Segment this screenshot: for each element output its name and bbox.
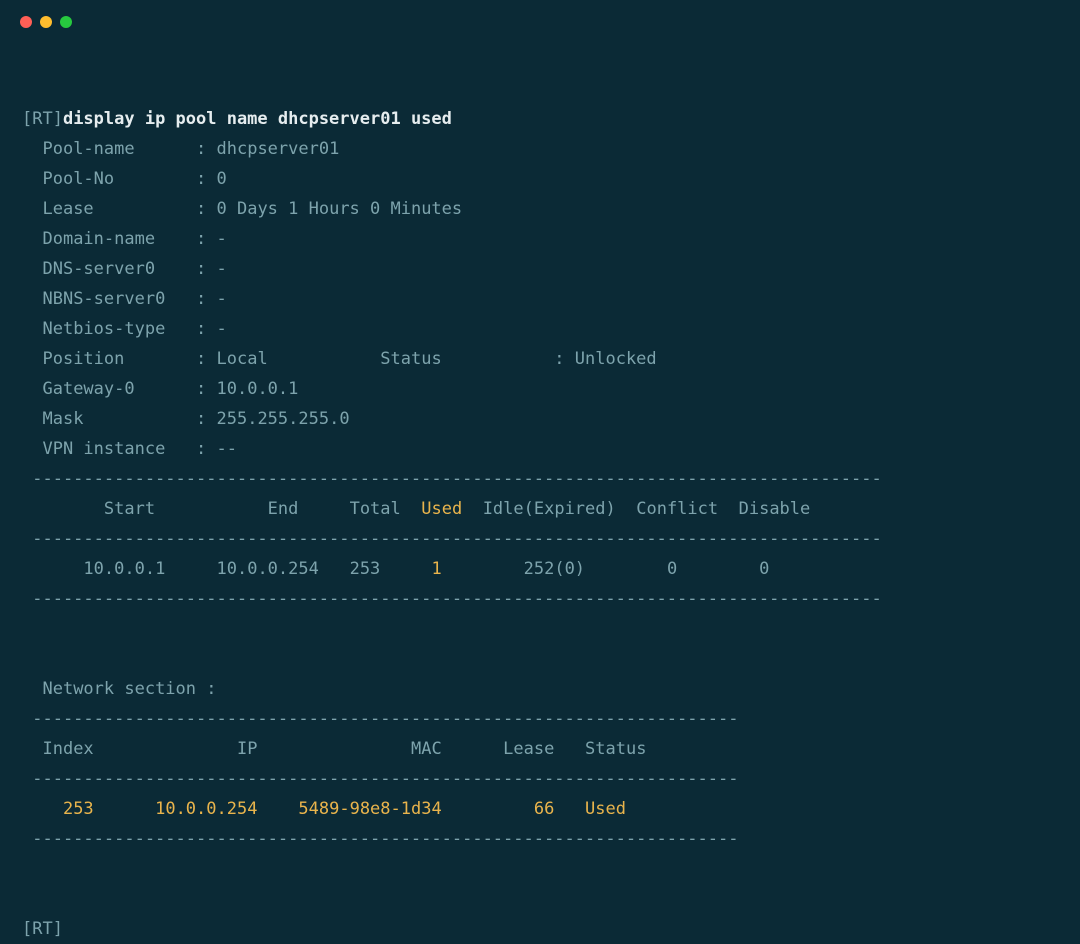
net-row-mac: 5489-98e8-1d34 xyxy=(298,799,441,819)
field-mask-label: Mask xyxy=(42,409,83,429)
field-position: Local xyxy=(217,349,268,369)
divider: ----------------------------------------… xyxy=(22,709,738,729)
field-vpn-instance: -- xyxy=(217,439,237,459)
field-gateway0-label: Gateway-0 xyxy=(42,379,134,399)
divider: ----------------------------------------… xyxy=(22,829,738,849)
field-dns-server0-label: DNS-server0 xyxy=(42,259,155,279)
close-icon[interactable] xyxy=(20,16,32,28)
divider: ----------------------------------------… xyxy=(22,469,882,489)
pool-row-idle-expired: 252(0) xyxy=(524,559,585,579)
pool-row-start: 10.0.0.1 xyxy=(83,559,165,579)
minimize-icon[interactable] xyxy=(40,16,52,28)
field-nbns-server0: - xyxy=(217,289,227,309)
field-lease-label: Lease xyxy=(42,199,93,219)
divider: ----------------------------------------… xyxy=(22,589,882,609)
command-line: display ip pool name dhcpserver01 used xyxy=(63,109,452,129)
net-hdr-lease: Lease xyxy=(503,739,554,759)
terminal-output[interactable]: [RT]display ip pool name dhcpserver01 us… xyxy=(0,44,1080,944)
pool-row-total: 253 xyxy=(350,559,381,579)
pool-hdr-disable: Disable xyxy=(739,499,811,519)
prompt-end: [RT] xyxy=(22,919,63,939)
field-gateway0: 10.0.0.1 xyxy=(217,379,299,399)
field-domain-name-label: Domain-name xyxy=(42,229,155,249)
field-position-label: Position xyxy=(42,349,124,369)
window-titlebar xyxy=(0,0,1080,44)
pool-hdr-idle-expired: Idle(Expired) xyxy=(483,499,616,519)
pool-hdr-conflict: Conflict xyxy=(636,499,718,519)
field-mask: 255.255.255.0 xyxy=(217,409,350,429)
pool-hdr-end: End xyxy=(268,499,299,519)
field-vpn-instance-label: VPN instance xyxy=(42,439,165,459)
pool-hdr-used: Used xyxy=(421,499,462,519)
field-pool-no: 0 xyxy=(217,169,227,189)
network-section-label: Network section : xyxy=(42,679,216,699)
pool-row-used: 1 xyxy=(431,559,441,579)
divider: ----------------------------------------… xyxy=(22,769,738,789)
field-status: Unlocked xyxy=(575,349,657,369)
field-nbns-server0-label: NBNS-server0 xyxy=(42,289,165,309)
field-pool-name: dhcpserver01 xyxy=(217,139,340,159)
pool-row-end: 10.0.0.254 xyxy=(217,559,319,579)
field-pool-name-label: Pool-name xyxy=(42,139,134,159)
net-row-lease: 66 xyxy=(534,799,554,819)
net-hdr-mac: MAC xyxy=(411,739,442,759)
pool-row-conflict: 0 xyxy=(667,559,677,579)
pool-row-disable: 0 xyxy=(759,559,769,579)
net-row-ip: 10.0.0.254 xyxy=(155,799,257,819)
field-pool-no-label: Pool-No xyxy=(42,169,114,189)
field-domain-name: - xyxy=(217,229,227,249)
net-row-index: 253 xyxy=(63,799,94,819)
divider: ----------------------------------------… xyxy=(22,529,882,549)
pool-hdr-start: Start xyxy=(104,499,155,519)
field-lease: 0 Days 1 Hours 0 Minutes xyxy=(217,199,463,219)
field-netbios-type: - xyxy=(217,319,227,339)
field-dns-server0: - xyxy=(217,259,227,279)
net-hdr-ip: IP xyxy=(237,739,257,759)
net-hdr-index: Index xyxy=(42,739,93,759)
prompt-start: [RT] xyxy=(22,109,63,129)
net-row-status: Used xyxy=(585,799,626,819)
net-hdr-status: Status xyxy=(585,739,646,759)
pool-hdr-total: Total xyxy=(350,499,401,519)
field-status-label: Status xyxy=(380,349,441,369)
field-netbios-type-label: Netbios-type xyxy=(42,319,165,339)
zoom-icon[interactable] xyxy=(60,16,72,28)
